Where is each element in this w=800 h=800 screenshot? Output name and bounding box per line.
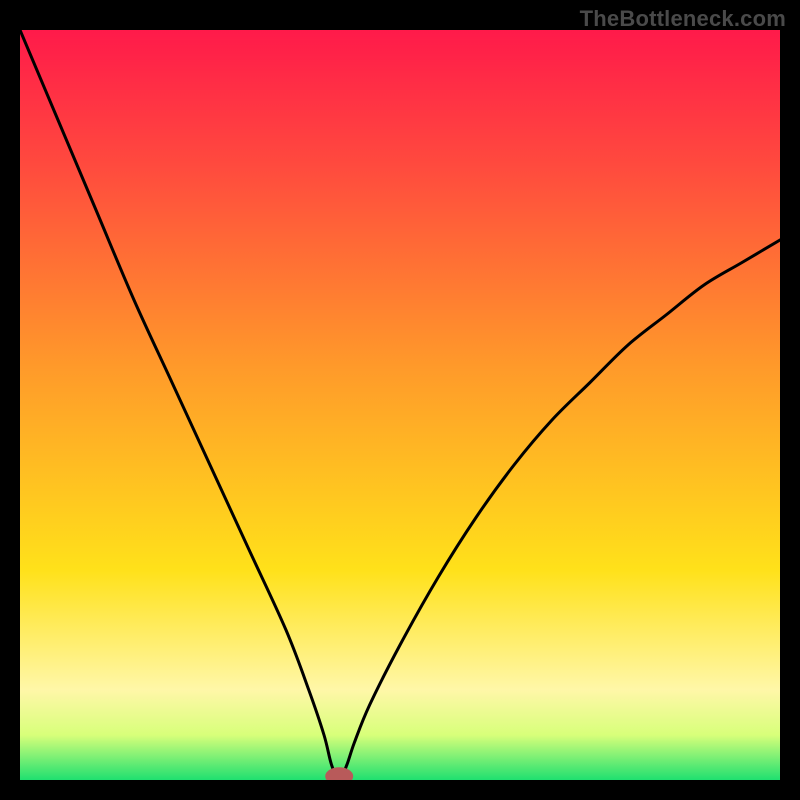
chart-svg [20,30,780,780]
chart-frame: TheBottleneck.com [0,0,800,800]
watermark-text: TheBottleneck.com [580,6,786,32]
gradient-background [20,30,780,780]
chart-plot-area [20,30,780,780]
